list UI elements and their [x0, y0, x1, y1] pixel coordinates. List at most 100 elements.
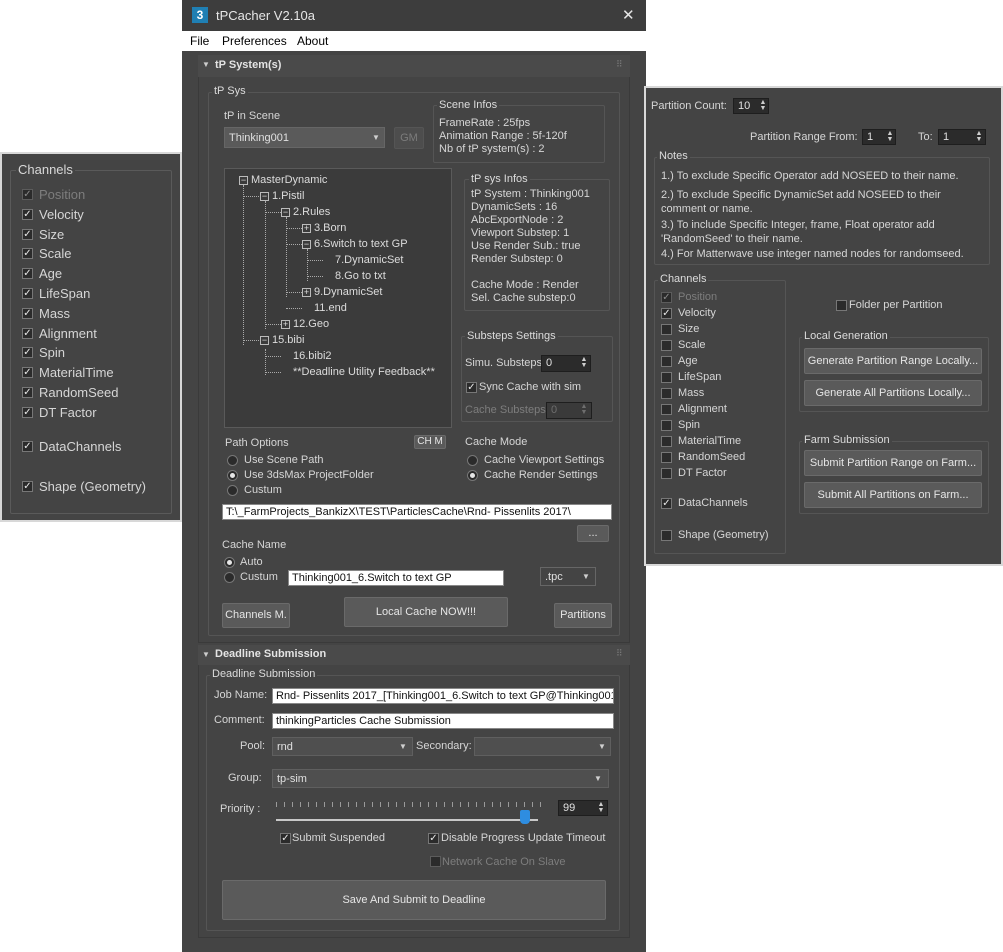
left-channel-checkbox[interactable]: ✓ [22, 189, 33, 200]
menu-file[interactable]: File [190, 34, 209, 48]
tree-node[interactable]: 9.DynamicSet [314, 286, 382, 298]
tree-node[interactable]: 12.Geo [293, 318, 329, 330]
browse-button[interactable]: ... [577, 525, 609, 542]
tp-tree-view[interactable]: − − − + − + + − MasterDynamic 1.Pistil 2… [224, 168, 452, 428]
partitions-button[interactable]: Partitions [554, 603, 612, 628]
submit-range-button[interactable]: Submit Partition Range on Farm... [804, 450, 982, 476]
sync-cache-checkbox[interactable]: ✓ [466, 382, 477, 393]
priority-slider[interactable] [276, 800, 541, 826]
path-option-radio[interactable] [227, 455, 238, 466]
deadline-rollout-header[interactable]: ▼ Deadline Submission ⠿ [198, 645, 630, 665]
path-option-radio[interactable] [227, 485, 238, 496]
tree-node[interactable]: **Deadline Utility Feedback** [293, 366, 435, 378]
folder-per-partition-checkbox[interactable] [836, 300, 847, 311]
tree-node[interactable]: 1.Pistil [272, 190, 304, 202]
tp-in-scene-dropdown[interactable]: Thinking001 [224, 127, 385, 148]
generate-all-button[interactable]: Generate All Partitions Locally... [804, 380, 982, 406]
submit-suspended-checkbox[interactable]: ✓ [280, 833, 291, 844]
tree-node[interactable]: 7.DynamicSet [335, 254, 403, 266]
left-channel-checkbox[interactable]: ✓ [22, 367, 33, 379]
right-channel-checkbox[interactable] [661, 356, 672, 367]
left-channel-checkbox[interactable]: ✓ [22, 288, 33, 299]
job-name-field[interactable]: Rnd- Pissenlits 2017_[Thinking001_6.Swit… [272, 688, 614, 704]
left-shape-checkbox[interactable]: ✓ [22, 481, 33, 492]
right-channel-checkbox[interactable] [661, 452, 672, 463]
tree-node[interactable]: 16.bibi2 [293, 350, 332, 362]
generate-range-button[interactable]: Generate Partition Range Locally... [804, 348, 982, 374]
right-channel-checkbox[interactable] [661, 404, 672, 415]
tree-node[interactable]: 6.Switch to text GP [314, 238, 408, 250]
comment-field[interactable]: thinkingParticles Cache Submission [272, 713, 614, 729]
close-icon[interactable]: ✕ [622, 6, 635, 24]
secondary-dropdown[interactable] [474, 737, 611, 756]
cache-name-auto-radio[interactable] [224, 557, 235, 568]
right-channel-checkbox[interactable] [661, 372, 672, 383]
spinner-arrows-icon[interactable]: ▲ ▼ [759, 99, 767, 112]
path-option-radio[interactable] [227, 470, 238, 481]
cache-path-field[interactable]: T:\_FarmProjects_BankizX\TEST\ParticlesC… [222, 504, 612, 520]
cache-name-field[interactable]: Thinking001_6.Switch to text GP [288, 570, 504, 586]
right-channel-checkbox[interactable] [661, 340, 672, 351]
tree-expand-icon[interactable]: + [302, 224, 311, 233]
tree-collapse-icon[interactable]: − [260, 192, 269, 201]
tree-expand-icon[interactable]: + [281, 320, 290, 329]
channels-manager-button[interactable]: Channels M. [222, 603, 290, 628]
chm-button[interactable]: CH M [414, 435, 446, 449]
left-datachannels-checkbox[interactable]: ✓ [22, 441, 33, 452]
spinner-arrows-icon[interactable]: ▲ ▼ [597, 801, 605, 814]
cache-name-custom-radio[interactable] [224, 572, 235, 583]
tree-node[interactable]: 11.end [314, 302, 347, 314]
left-channel-checkbox[interactable]: ✓ [22, 406, 33, 418]
tree-node[interactable]: 15.bibi [272, 334, 304, 346]
tree-collapse-icon[interactable]: − [239, 176, 248, 185]
left-channel-checkbox[interactable]: ✓ [22, 228, 33, 240]
menu-preferences[interactable]: Preferences [222, 34, 287, 48]
spinner-arrows-icon[interactable]: ▲ ▼ [580, 403, 588, 416]
slider-thumb[interactable] [520, 810, 530, 824]
local-cache-now-button[interactable]: Local Cache NOW!!! [344, 597, 508, 627]
slider-tick [468, 802, 469, 807]
pool-dropdown[interactable]: rnd [272, 737, 413, 756]
right-shape-checkbox[interactable] [661, 530, 672, 541]
tp-systems-rollout-header[interactable]: ▼ tP System(s) ⠿ [198, 55, 630, 77]
left-channel-checkbox[interactable]: ✓ [22, 248, 33, 260]
menu-bar: File Preferences About [182, 31, 646, 51]
menu-about[interactable]: About [297, 34, 328, 48]
spinner-arrows-icon[interactable]: ▲ ▼ [580, 356, 588, 369]
tree-collapse-icon[interactable]: − [281, 208, 290, 217]
group-dropdown[interactable]: tp-sim [272, 769, 609, 788]
network-cache-checkbox[interactable] [430, 856, 441, 867]
tree-collapse-icon[interactable]: − [260, 336, 269, 345]
right-channel-checkbox[interactable]: ✓ [661, 292, 672, 303]
disable-progress-checkbox[interactable]: ✓ [428, 833, 439, 844]
left-channel-checkbox[interactable]: ✓ [22, 208, 33, 220]
tree-node[interactable]: MasterDynamic [251, 174, 327, 186]
spinner-arrows-icon[interactable]: ▲ ▼ [886, 130, 894, 143]
right-channel-checkbox[interactable] [661, 388, 672, 399]
tree-node[interactable]: 3.Born [314, 222, 346, 234]
right-channel-checkbox[interactable] [661, 436, 672, 447]
tree-collapse-icon[interactable]: − [302, 240, 311, 249]
tree-node[interactable]: 8.Go to txt [335, 270, 386, 282]
cache-mode-radio[interactable] [467, 470, 478, 481]
tree-node[interactable]: 2.Rules [293, 206, 330, 218]
left-channel-checkbox[interactable]: ✓ [22, 268, 33, 280]
left-channel-checkbox[interactable]: ✓ [22, 327, 33, 339]
spinner-arrows-icon[interactable]: ▲ ▼ [975, 130, 983, 143]
left-channel-checkbox[interactable]: ✓ [22, 347, 33, 359]
cache-mode-radio[interactable] [467, 455, 478, 466]
save-submit-button[interactable]: Save And Submit to Deadline [222, 880, 606, 920]
slider-tick [396, 802, 397, 807]
tree-expand-icon[interactable]: + [302, 288, 311, 297]
right-channel-checkbox[interactable] [661, 420, 672, 431]
right-channel-checkbox[interactable]: ✓ [661, 308, 672, 319]
left-channel-checkbox[interactable]: ✓ [22, 307, 33, 319]
gm-button[interactable]: GM [394, 127, 424, 149]
left-channel-checkbox[interactable]: ✓ [22, 387, 33, 398]
right-channel-checkbox[interactable] [661, 468, 672, 479]
slider-tick [524, 802, 525, 807]
right-datachannels-checkbox[interactable]: ✓ [661, 498, 672, 509]
submit-all-button[interactable]: Submit All Partitions on Farm... [804, 482, 982, 508]
right-channel-checkbox[interactable] [661, 324, 672, 335]
right-channel-label: Age [678, 355, 698, 367]
